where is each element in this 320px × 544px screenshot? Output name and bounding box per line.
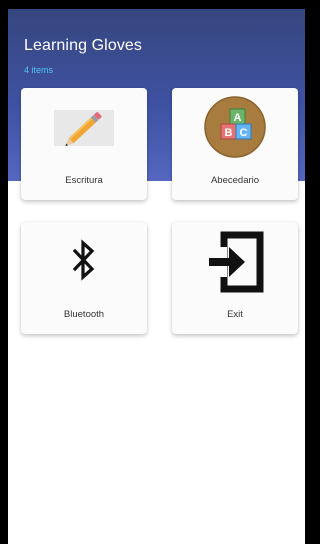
- block-letter-b: B: [225, 127, 233, 139]
- bluetooth-label: Bluetooth: [63, 309, 105, 320]
- abc-blocks-icon: A B C: [204, 96, 266, 158]
- block-letter-c: C: [240, 127, 248, 139]
- escritura-card[interactable]: Escritura: [21, 88, 147, 200]
- abecedario-card[interactable]: A B C Abecedario: [172, 88, 298, 200]
- exit-card[interactable]: Exit: [172, 222, 298, 334]
- pencil-icon: [54, 110, 114, 146]
- app-title: Learning Gloves: [24, 37, 143, 54]
- escritura-label: Escritura: [65, 175, 103, 186]
- item-count: 4 items: [24, 65, 54, 75]
- bluetooth-icon: [73, 239, 95, 281]
- block-letter-a: A: [234, 112, 242, 124]
- abecedario-label: Abecedario: [210, 175, 260, 186]
- exit-label: Exit: [227, 309, 243, 320]
- exit-icon: [209, 231, 264, 293]
- bluetooth-card[interactable]: Bluetooth: [21, 222, 147, 334]
- app-screen: Learning Gloves 4 items Escritura A B C …: [8, 9, 305, 544]
